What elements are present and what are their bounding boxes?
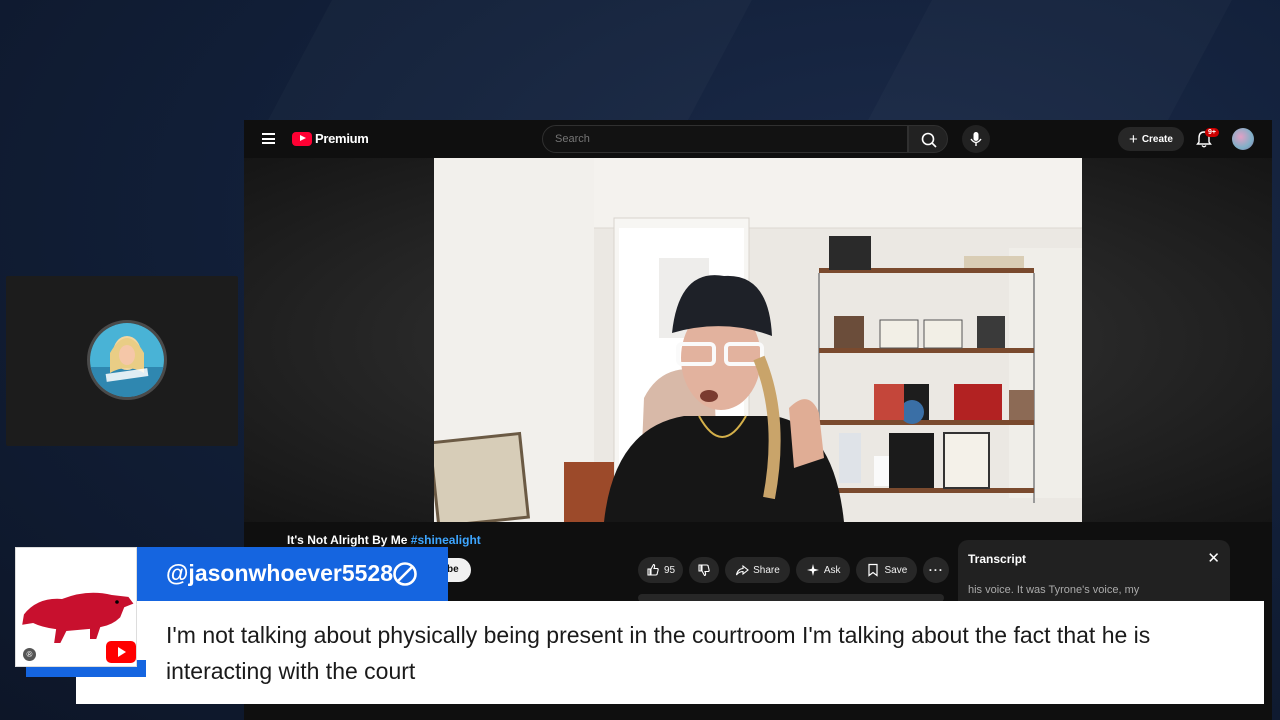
ask-label: Ask [823,564,841,576]
video-title-text: It's Not Alright By Me [287,533,408,547]
registered-icon: ® [23,648,36,661]
background-shape [868,0,1232,120]
ask-button[interactable]: Ask [795,557,851,583]
avatar-image [90,323,164,397]
notification-badge: 9+ [1205,128,1219,137]
user-avatar[interactable] [1232,128,1254,150]
share-button[interactable]: Share [725,557,790,583]
video-frame [434,158,1082,522]
youtube-play-icon [292,131,312,146]
like-count: 95 [664,564,676,576]
youtube-topbar: Premium + Create 9+ [244,120,1272,158]
search-icon [921,132,937,148]
search-button[interactable] [908,125,948,153]
dislike-button[interactable] [689,557,720,583]
comment-text: I'm not talking about physically being p… [166,622,1151,684]
logo-premium-text: Premium [315,131,369,146]
voice-search-button[interactable] [962,125,990,153]
commenter-avatar: ® [15,547,137,667]
channel-avatar [87,320,167,400]
transcript-panel: Transcript ✕ his voice. It was Tyrone's … [958,540,1230,610]
comment-card: I'm not talking about physically being p… [76,601,1264,704]
video-hashtag-link[interactable]: #shinealight [411,533,481,547]
video-scene [434,158,1082,522]
more-dots-icon: ··· [928,563,944,577]
more-actions-button[interactable]: ··· [923,557,950,583]
webcam-tile [6,276,238,446]
close-icon[interactable]: ✕ [1207,549,1220,567]
share-icon [736,564,750,576]
username-bar: @jasonwhoever5528 [136,547,448,601]
create-button[interactable]: + Create [1118,127,1184,151]
create-label: Create [1141,133,1173,145]
youtube-logo[interactable]: Premium [292,131,369,146]
video-actions: 95 Share Ask Save ··· [638,557,950,583]
save-label: Save [884,564,908,576]
video-title: It's Not Alright By Me #shinealight [287,533,481,547]
microphone-icon [970,132,982,146]
video-player[interactable] [244,158,1272,522]
share-label: Share [753,564,780,576]
ban-icon [393,562,417,586]
hamburger-menu-icon[interactable] [262,133,275,144]
search-input[interactable] [542,125,908,153]
save-button[interactable]: Save [856,557,918,583]
plus-icon: + [1129,130,1138,148]
transcript-title: Transcript [968,552,1027,566]
thumbs-down-icon [698,564,710,577]
like-button[interactable]: 95 [638,557,684,583]
bookmark-icon [868,563,879,577]
transcript-line[interactable]: his voice. It was Tyrone's voice, my [968,584,1139,596]
username: @jasonwhoever5528 [166,560,393,586]
background-shape [268,0,752,120]
sparkle-icon [806,564,819,576]
thumbs-up-icon [647,563,659,576]
youtube-badge-icon [106,641,136,663]
